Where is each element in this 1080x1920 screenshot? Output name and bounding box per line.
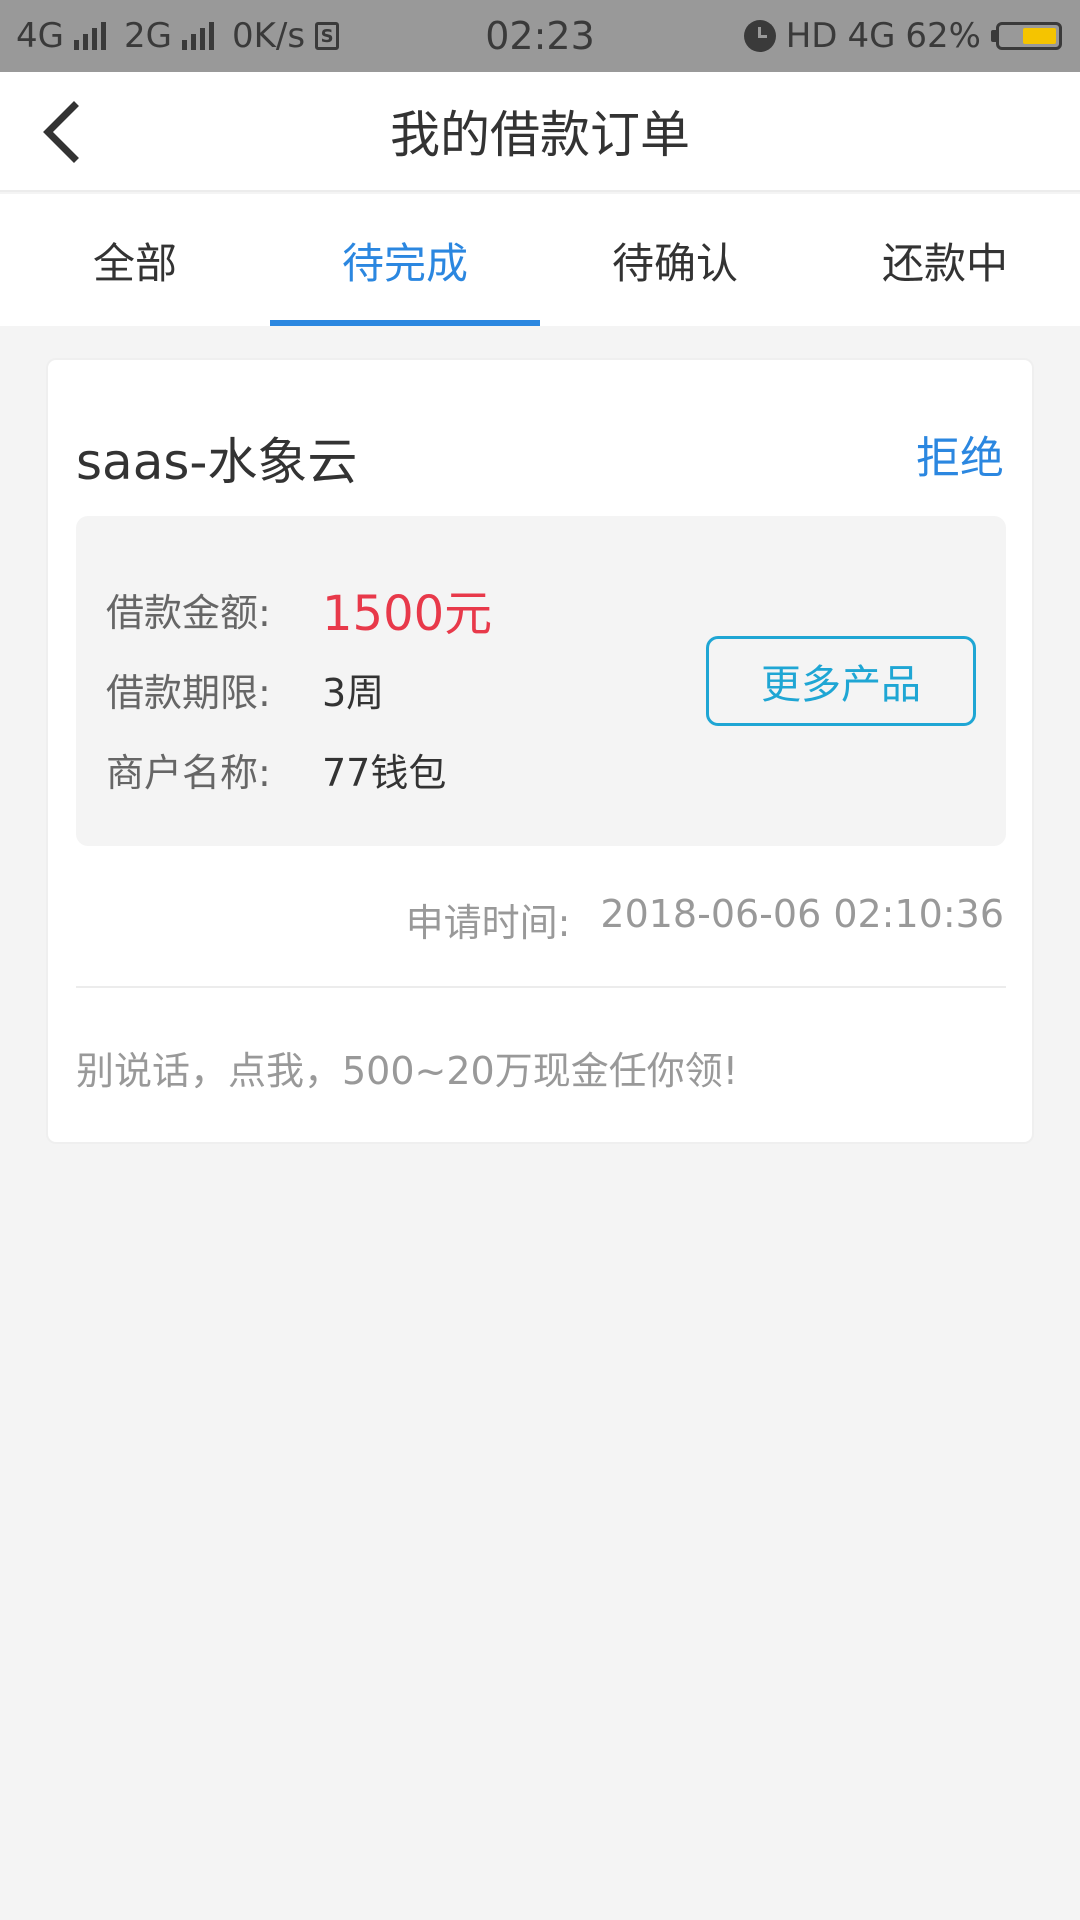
tab-repaying[interactable]: 还款中 [810, 194, 1080, 326]
battery-icon [991, 22, 1062, 50]
more-products-button[interactable]: 更多产品 [706, 636, 976, 726]
order-details: 借款金额: 1500元 借款期限: 3周 商户名称: 77钱包 更多产品 [76, 516, 1006, 846]
page-title: 我的借款订单 [390, 106, 690, 164]
loan-term-label: 借款期限: [106, 671, 271, 715]
status-bar: 4G 2G 0K/s S 02:23 HD 4G 62% [0, 0, 1080, 72]
tab-to-confirm[interactable]: 待确认 [540, 194, 810, 326]
network-type-3: 4G [847, 16, 896, 56]
signal-icon [73, 22, 106, 50]
status-bar-left: 4G 2G 0K/s S [16, 0, 340, 72]
promo-link[interactable]: 别说话，点我，500~20万现金任你领! [76, 1040, 738, 1095]
merchant-row: 商户名称: 77钱包 [106, 742, 446, 797]
battery-percent: 62% [905, 16, 981, 56]
tab-bar: 全部 待完成 待确认 还款中 [0, 194, 1080, 326]
tab-pending[interactable]: 待完成 [270, 194, 540, 326]
hd-indicator: HD [785, 16, 838, 56]
network-type-1: 4G [16, 16, 64, 56]
sim-icon: S [315, 22, 340, 50]
loan-term-value: 3周 [322, 671, 385, 715]
network-speed: 0K/s [231, 16, 306, 56]
loan-amount-row: 借款金额: 1500元 [106, 574, 492, 644]
product-name: saas-水象云 [76, 433, 358, 491]
apply-time: 申请时间: 2018-06-06 02:10:36 [406, 892, 1004, 947]
merchant-value: 77钱包 [322, 751, 447, 795]
battery-fill [1023, 28, 1056, 44]
battery-body [996, 22, 1062, 50]
apply-time-label: 申请时间: [405, 901, 571, 945]
loan-term-row: 借款期限: 3周 [106, 662, 384, 717]
merchant-label: 商户名称: [106, 751, 271, 795]
network-type-2: 2G [123, 16, 172, 56]
reject-button[interactable]: 拒绝 [916, 422, 1004, 486]
divider [76, 986, 1006, 988]
apply-time-value: 2018-06-06 02:10:36 [600, 892, 1004, 936]
loan-amount-label: 借款金额: [106, 590, 271, 635]
tab-all[interactable]: 全部 [0, 194, 270, 326]
loan-amount-value: 1500元 [322, 586, 493, 642]
signal-icon [181, 22, 214, 50]
order-card: saas-水象云 拒绝 借款金额: 1500元 借款期限: 3周 商户名称: 7… [46, 358, 1034, 1144]
alarm-icon [743, 20, 776, 52]
status-bar-right: HD 4G 62% [743, 0, 1062, 72]
app-header: 我的借款订单 [0, 72, 1080, 192]
